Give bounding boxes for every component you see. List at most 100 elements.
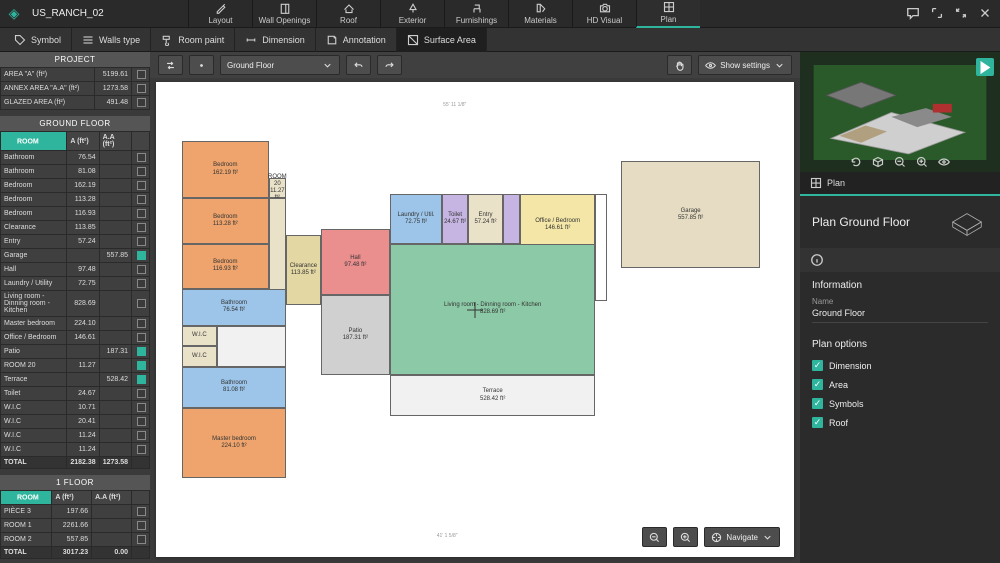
room-row[interactable]: Bedroom116.93 [1,207,150,221]
room-bedroom[interactable]: Bedroom 116.93 ft² [182,244,269,289]
toptab-layout[interactable]: Layout [188,0,252,28]
room-row[interactable]: Master bedroom224.10 [1,317,150,331]
zoom-out-button[interactable] [642,527,667,547]
room-row[interactable]: Office / Bedroom146.61 [1,331,150,345]
room-row[interactable]: W.I.C11.24 [1,429,150,443]
room-room-20[interactable]: ROOM 20 11.27 ft² [269,178,286,199]
checkbox[interactable] [137,98,146,107]
room-row[interactable]: Bedroom113.28 [1,193,150,207]
checkbox[interactable] [137,70,146,79]
checkbox[interactable] [137,347,146,356]
room-entry[interactable]: Entry 57.24 ft² [468,194,503,243]
redo-button[interactable] [377,55,402,75]
tool-symbol[interactable]: Symbol [4,28,72,52]
show-settings-dropdown[interactable]: Show settings [698,55,792,75]
room-garage[interactable]: Garage 557.85 ft² [621,161,760,268]
swap-button[interactable] [158,55,183,75]
preview-zoomin-icon[interactable] [916,156,928,168]
room-row[interactable]: Laundry / Utility72.75 [1,277,150,291]
navigate-dropdown[interactable]: Navigate [704,527,780,547]
room-clearance[interactable]: Clearance 113.85 ft² [286,235,321,305]
toptab-wall-openings[interactable]: Wall Openings [252,0,316,28]
tab-plan[interactable]: Plan [800,172,855,194]
checkbox[interactable] [137,431,146,440]
checkbox[interactable] [137,223,146,232]
room-row[interactable]: PIÈCE 3197.66 [1,505,150,519]
undo-button[interactable] [346,55,371,75]
room-hall[interactable]: Hall 97.48 ft² [321,229,390,295]
checkbox[interactable] [137,84,146,93]
toptab-plan[interactable]: Plan [636,0,700,28]
room-row[interactable]: ROOM 2011.27 [1,359,150,373]
room-bathroom[interactable]: Bathroom 76.54 ft² [182,289,286,326]
room-row[interactable]: Patio187.31 [1,345,150,359]
room-row[interactable]: ROOM 12261.66 [1,519,150,533]
room-row[interactable]: Toilet24.67 [1,387,150,401]
room-patio[interactable]: Patio 187.31 ft² [321,295,390,375]
checkbox[interactable] [137,153,146,162]
chat-icon[interactable] [906,6,920,22]
room-row[interactable]: Bedroom162.19 [1,179,150,193]
room-w-i-c[interactable]: W.I.C [182,346,217,367]
room-row[interactable]: Bathroom76.54 [1,151,150,165]
checkbox[interactable] [137,521,146,530]
room-row[interactable]: W.I.C20.41 [1,415,150,429]
checkbox[interactable] [137,237,146,246]
checkbox[interactable] [137,417,146,426]
name-field[interactable]: Ground Floor [812,306,988,323]
room-space[interactable] [503,194,520,243]
checkbox[interactable] [137,389,146,398]
checkbox[interactable] [137,279,146,288]
checkbox[interactable] [6,493,15,502]
room-bathroom[interactable]: Bathroom 81.08 ft² [182,367,286,408]
checkbox[interactable] [137,403,146,412]
checkbox[interactable] [137,361,146,370]
checkbox[interactable] [137,333,146,342]
option-symbols[interactable]: ✓Symbols [812,394,988,413]
checkbox[interactable] [137,507,146,516]
preview-zoomout-icon[interactable] [894,156,906,168]
preview-3d[interactable] [800,52,1000,172]
preview-refresh-icon[interactable] [850,156,862,168]
preview-eye-icon[interactable] [938,156,950,168]
room-row[interactable]: Hall97.48 [1,263,150,277]
room-bedroom[interactable]: Bedroom 113.28 ft² [182,198,269,243]
preview-go-button[interactable] [976,58,994,76]
zoom-in-button[interactable] [673,527,698,547]
center-dot-button[interactable] [189,55,214,75]
room-header[interactable]: ROOM [1,132,67,151]
room-row[interactable]: Entry57.24 [1,235,150,249]
checkbox[interactable] [137,445,146,454]
option-roof[interactable]: ✓Roof [812,413,988,432]
tool-annotation[interactable]: Annotation [316,28,397,52]
room-terrace[interactable]: Terrace 528.42 ft² [390,375,595,416]
room-bedroom[interactable]: Bedroom 162.19 ft² [182,141,269,199]
room-living-room-dinning-room-kitchen[interactable]: Living room - Dinning room - Kitchen 828… [390,244,595,376]
option-area[interactable]: ✓Area [812,375,988,394]
tool-room-paint[interactable]: Room paint [151,28,235,52]
room-row[interactable]: Clearance113.85 [1,221,150,235]
toptab-hd-visual[interactable]: HD Visual [572,0,636,28]
room-toilet[interactable]: Toilet 24.67 ft² [442,194,468,243]
collapse-icon[interactable] [954,6,968,22]
room-laundry-util-[interactable]: Laundry / Util. 72.75 ft² [390,194,442,243]
tool-dimension[interactable]: Dimension [235,28,316,52]
checkbox[interactable] [137,181,146,190]
close-icon[interactable] [978,6,992,22]
checkbox[interactable] [137,265,146,274]
room-w-i-c[interactable]: W.I.C [182,326,217,347]
preview-cube-icon[interactable] [872,156,884,168]
toptab-furnishings[interactable]: Furnishings [444,0,508,28]
checkbox[interactable] [137,195,146,204]
fullscreen-icon[interactable] [930,6,944,22]
room-row[interactable]: Living room - Dinning room - Kitchen828.… [1,291,150,317]
checkbox[interactable] [137,299,146,308]
room-row[interactable]: Terrace528.42 [1,373,150,387]
checkbox[interactable] [137,375,146,384]
checkbox[interactable] [137,535,146,544]
room-row[interactable]: W.I.C11.24 [1,443,150,457]
room-row[interactable]: Bathroom81.08 [1,165,150,179]
option-dimension[interactable]: ✓Dimension [812,356,988,375]
room-row[interactable]: Garage557.85 [1,249,150,263]
tool-walls-type[interactable]: Walls type [72,28,151,52]
